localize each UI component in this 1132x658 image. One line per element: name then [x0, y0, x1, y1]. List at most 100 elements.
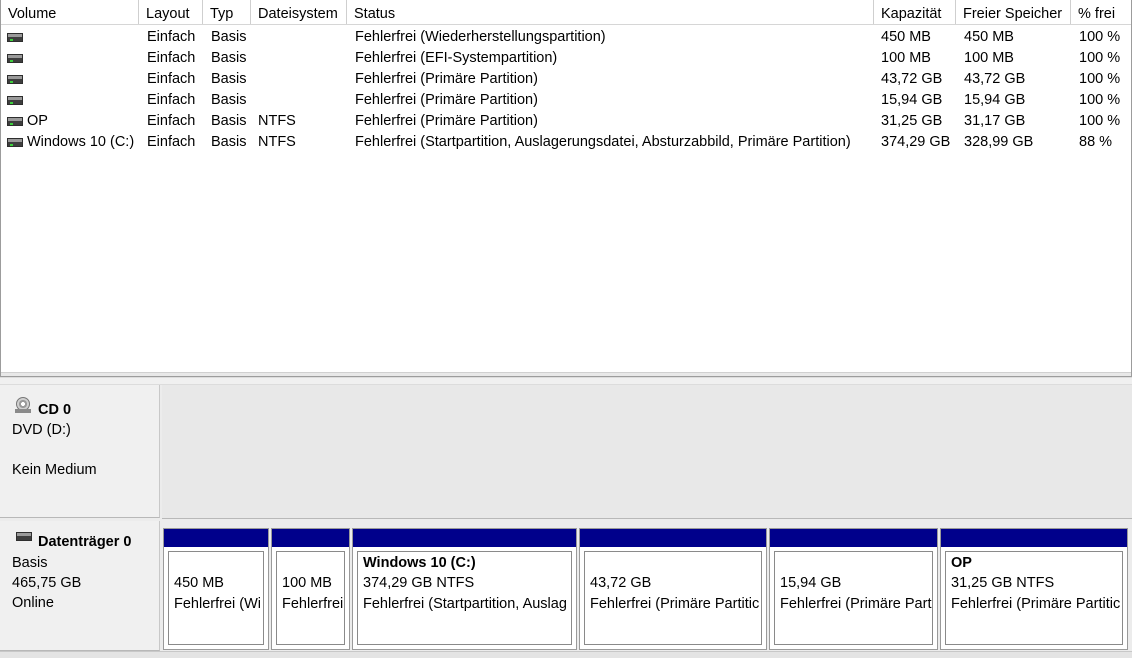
cell-typ: Basis — [211, 92, 247, 108]
column-header-prozent-frei[interactable]: % frei — [1071, 0, 1131, 24]
partition-size: 15,94 GB — [780, 575, 842, 591]
column-header-dateisystem[interactable]: Dateisystem — [251, 0, 347, 24]
volume-drive-icon — [7, 54, 23, 63]
cell-typ: Basis — [211, 71, 247, 87]
column-header-freier-speicher[interactable]: Freier Speicher — [956, 0, 1071, 24]
disk0-name: Datenträger 0 — [38, 534, 132, 550]
partition-type-bar — [580, 529, 766, 547]
cell-free: 43,72 GB — [964, 71, 1026, 87]
cell-fs: NTFS — [258, 134, 296, 150]
volume-list[interactable]: Volume Layout Typ Dateisystem Status Kap… — [0, 0, 1132, 377]
partition-details: Windows 10 (C:) 374,29 GB NTFS Fehlerfrei … — [357, 551, 572, 645]
pane-splitter[interactable] — [0, 377, 1132, 385]
hard-disk-icon — [16, 532, 32, 541]
column-header-status[interactable]: Status — [347, 0, 874, 24]
partition-details: 43,72 GB Fehlerfrei (Primäre Partitic — [584, 551, 762, 645]
cell-status: Fehlerfrei (Wiederherstellungspartition) — [355, 29, 606, 45]
cell-capacity: 43,72 GB — [881, 71, 943, 87]
cell-capacity: 374,29 GB — [881, 134, 951, 150]
partition-type-bar — [164, 529, 268, 547]
cell-volume: OP — [27, 113, 48, 129]
partition-size: 100 MB — [282, 575, 332, 591]
partition-status: Fehlerfrei (Primäre Partitic — [590, 596, 760, 612]
partition-box[interactable]: 450 MB Fehlerfrei (Wi — [163, 528, 269, 650]
partition-size: 374,29 GB NTFS — [363, 575, 475, 591]
cell-pct: 100 % — [1079, 50, 1121, 66]
volume-drive-icon — [7, 75, 23, 84]
volume-drive-icon — [7, 96, 23, 105]
table-row[interactable]: OP Einfach Basis NTFS Fehlerfrei (Primäre Pa… — [1, 111, 1131, 132]
cell-pct: 100 % — [1079, 71, 1121, 87]
table-row[interactable]: Windows 10 (C:) Einfach Basis NTFS Fehlerfre… — [1, 132, 1131, 153]
cell-status: Fehlerfrei (Startpartition, Auslagerungs… — [355, 134, 851, 150]
disk0-status: Online — [12, 595, 54, 611]
column-header-layout[interactable]: Layout — [139, 0, 203, 24]
cell-capacity: 15,94 GB — [881, 92, 943, 108]
cell-fs: NTFS — [258, 113, 296, 129]
cell-typ: Basis — [211, 113, 247, 129]
cell-layout: Einfach — [147, 71, 196, 87]
partition-size: 43,72 GB — [590, 575, 652, 591]
cd0-media-status: Kein Medium — [12, 462, 97, 478]
cd0-media-area[interactable] — [162, 385, 1132, 519]
partition-box[interactable]: Windows 10 (C:) 374,29 GB NTFS Fehlerfrei … — [352, 528, 577, 650]
disk0-size: 465,75 GB — [12, 575, 82, 591]
partition-title: Windows 10 (C:) — [363, 555, 476, 571]
volume-drive-icon — [7, 33, 23, 42]
cell-layout: Einfach — [147, 134, 196, 150]
partition-box[interactable]: 15,94 GB Fehlerfrei (Primäre Part — [769, 528, 938, 650]
cell-status: Fehlerfrei (Primäre Partition) — [355, 71, 538, 87]
cell-status: Fehlerfrei (EFI-Systempartition) — [355, 50, 558, 66]
cell-free: 450 MB — [964, 29, 1014, 45]
partition-status: Fehlerfrei (Wi — [174, 596, 262, 612]
cell-pct: 100 % — [1079, 113, 1121, 129]
column-header-typ[interactable]: Typ — [203, 0, 251, 24]
cell-pct: 100 % — [1079, 92, 1121, 108]
partition-size: 450 MB — [174, 575, 224, 591]
cell-status: Fehlerfrei (Primäre Partition) — [355, 113, 538, 129]
cell-free: 100 MB — [964, 50, 1014, 66]
disk0-label-panel[interactable]: Datenträger 0 Basis 465,75 GB Online — [0, 521, 160, 651]
partition-type-bar — [770, 529, 937, 547]
partition-status: Fehlerfrei (Primäre Partitic — [951, 596, 1121, 612]
table-row[interactable]: Einfach Basis Fehlerfrei (EFI-Systempartit… — [1, 48, 1131, 69]
partition-status: Fehlerfrei — [282, 596, 344, 612]
table-row[interactable]: Einfach Basis Fehlerfrei (Primäre Partitio… — [1, 90, 1131, 111]
partition-type-bar — [272, 529, 349, 547]
partition-size: 31,25 GB NTFS — [951, 575, 1055, 591]
cell-typ: Basis — [211, 134, 247, 150]
partition-box[interactable]: 100 MB Fehlerfrei — [271, 528, 350, 650]
cell-pct: 100 % — [1079, 29, 1121, 45]
cell-typ: Basis — [211, 50, 247, 66]
partition-box[interactable]: OP 31,25 GB NTFS Fehlerfrei (Primäre Parti… — [940, 528, 1128, 650]
partition-status: Fehlerfrei (Primäre Part — [780, 596, 932, 612]
cell-layout: Einfach — [147, 92, 196, 108]
cell-layout: Einfach — [147, 113, 196, 129]
partition-details: 15,94 GB Fehlerfrei (Primäre Part — [774, 551, 933, 645]
partition-status: Fehlerfrei (Startpartition, Auslag — [363, 596, 567, 612]
table-row[interactable]: Einfach Basis Fehlerfrei (Primäre Partitio… — [1, 69, 1131, 90]
cell-status: Fehlerfrei (Primäre Partition) — [355, 92, 538, 108]
column-header-volume[interactable]: Volume — [1, 0, 139, 24]
partition-details: OP 31,25 GB NTFS Fehlerfrei (Primäre Parti… — [945, 551, 1123, 645]
cell-pct: 88 % — [1079, 134, 1113, 150]
cell-layout: Einfach — [147, 29, 196, 45]
cd0-name: CD 0 — [38, 402, 72, 418]
cell-free: 328,99 GB — [964, 134, 1034, 150]
cell-capacity: 450 MB — [881, 29, 931, 45]
table-row[interactable]: Einfach Basis Fehlerfrei (Wiederherstellun… — [1, 27, 1131, 48]
cell-layout: Einfach — [147, 50, 196, 66]
partition-title: OP — [951, 555, 972, 571]
volume-drive-icon — [7, 117, 23, 126]
column-header-kapazitaet[interactable]: Kapazität — [874, 0, 956, 24]
cell-capacity: 100 MB — [881, 50, 931, 66]
partition-details: 450 MB Fehlerfrei (Wi — [168, 551, 264, 645]
cell-free: 31,17 GB — [964, 113, 1026, 129]
cell-volume: Windows 10 (C:) — [27, 134, 135, 150]
cd0-label-panel[interactable]: CD 0 DVD (D:) Kein Medium — [0, 385, 160, 518]
volume-drive-icon — [7, 138, 23, 147]
partition-box[interactable]: 43,72 GB Fehlerfrei (Primäre Partitic — [579, 528, 767, 650]
partition-details: 100 MB Fehlerfrei — [276, 551, 345, 645]
cell-free: 15,94 GB — [964, 92, 1026, 108]
cell-capacity: 31,25 GB — [881, 113, 943, 129]
